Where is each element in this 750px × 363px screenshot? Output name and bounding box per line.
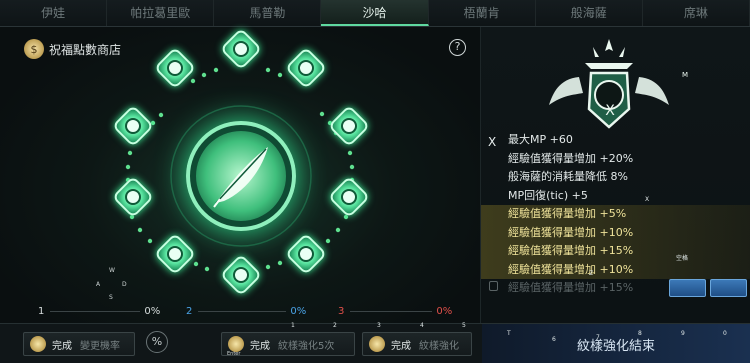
stats-list: 最大MP +60 經驗值獲得量增加 +20% 般海薩的消耗量降低 8% MP回復… — [481, 131, 750, 298]
key-hint-z: Z — [589, 270, 594, 277]
hotkey-4: 4 — [420, 322, 424, 329]
progress-2-track — [198, 310, 287, 312]
glyph-action-button-1[interactable] — [669, 279, 706, 297]
key-a: A — [96, 281, 101, 288]
progress-3-index: 3 — [338, 305, 345, 317]
btn3-done: 完成 — [391, 340, 411, 352]
feather-icon — [213, 147, 268, 208]
progress-3-pct: 0% — [436, 305, 453, 317]
hotkey-3: 3 — [377, 322, 381, 329]
hotkey-5: 5 — [462, 322, 466, 329]
stat-row-0: 最大MP +60 — [508, 133, 573, 146]
key-hint-space: 空格 — [676, 255, 689, 262]
coin-icon — [30, 336, 46, 352]
tab-5[interactable]: 般海薩 — [536, 0, 643, 26]
hotkey-0: 0 — [723, 330, 727, 337]
hotkey-7: 7 — [596, 334, 600, 341]
feather-glyph-core[interactable] — [186, 121, 296, 231]
change-probability-button[interactable]: 完成 變更機率 — [23, 332, 135, 356]
progress-1: 1 0% — [38, 305, 160, 317]
coin-icon — [228, 336, 244, 352]
tab-6[interactable]: 席琳 — [643, 0, 750, 26]
stat-row-7: 經驗值獲得量增加 +10% — [481, 260, 750, 279]
progress-1-pct: 0% — [144, 305, 161, 317]
hotkey-t: T — [507, 330, 511, 337]
glyph-wheel-panel: $ 祝福點數商店 ? W A D S 1 0% 2 0% 3 0% — [0, 27, 480, 323]
emblem-mark: M — [682, 71, 689, 79]
stats-panel: X M X 最大MP +60 經驗值獲得量增加 +20% 般海薩的消耗量降低 8… — [480, 27, 750, 323]
bottom-action-bar: 完成 變更機率 完成 紋樣強化5次 Enter 完成 紋樣強化 紋樣強化結束 1… — [0, 322, 750, 363]
hotkey-6: 6 — [552, 336, 556, 343]
coin-icon — [369, 336, 385, 352]
tab-3[interactable]: 沙哈 — [321, 0, 429, 26]
glyph-action-button-2[interactable] — [710, 279, 747, 297]
progress-3: 3 0% — [338, 305, 452, 317]
tab-0[interactable]: 伊娃 — [0, 0, 108, 26]
stat-row-1: 經驗值獲得量增加 +20% — [508, 151, 634, 165]
enter-key-hint: Enter — [227, 351, 241, 357]
hotkey-9: 9 — [681, 330, 685, 337]
progress-1-track — [50, 310, 141, 312]
progress-row: 1 0% 2 0% 3 0% — [0, 299, 480, 323]
btn2-action: 紋樣強化5次 — [278, 340, 335, 352]
progress-2-pct: 0% — [290, 305, 307, 317]
probability-icon[interactable]: % — [146, 331, 168, 353]
tab-2[interactable]: 馬普勒 — [214, 0, 322, 26]
btn1-done: 完成 — [52, 340, 72, 352]
tab-4[interactable]: 梧蘭肯 — [429, 0, 536, 26]
enhance-button[interactable]: 完成 紋樣強化 — [362, 332, 472, 356]
hotkey-8: 8 — [638, 330, 642, 337]
btn3-action: 紋樣強化 — [419, 340, 459, 352]
btn2-done: 完成 — [250, 340, 270, 352]
hotkey-2: 2 — [333, 322, 337, 329]
btn1-action: 變更機率 — [80, 340, 120, 352]
stat-row-2: 般海薩的消耗量降低 8% — [508, 170, 628, 183]
progress-1-index: 1 — [38, 305, 45, 317]
tab-bar: 伊娃 帕拉葛里歐 馬普勒 沙哈 梧蘭肯 般海薩 席琳 — [0, 0, 750, 27]
tab-1[interactable]: 帕拉葛里歐 — [107, 0, 215, 26]
progress-3-track — [350, 310, 433, 312]
key-d: D — [122, 281, 127, 288]
key-w: W — [109, 267, 115, 274]
end-enhance-button[interactable]: 紋樣強化結束 — [482, 324, 750, 363]
stat-row-3: MP回復(tic) +5 — [508, 188, 588, 202]
progress-2-index: 2 — [186, 305, 193, 317]
emblem-letter: X — [605, 103, 615, 119]
key-hint-x: X — [645, 196, 650, 203]
stat-row-6: 經驗值獲得量增加 +15% — [481, 242, 750, 261]
hotkey-1: 1 — [291, 322, 295, 329]
enhance-5x-button[interactable]: 完成 紋樣強化5次 Enter — [221, 332, 355, 357]
stat-row-5: 經驗值獲得量增加 +10% — [481, 223, 750, 242]
lock-icon — [489, 281, 498, 291]
progress-2: 2 0% — [186, 305, 306, 317]
stat-row-4: 經驗值獲得量增加 +5% — [481, 205, 750, 224]
